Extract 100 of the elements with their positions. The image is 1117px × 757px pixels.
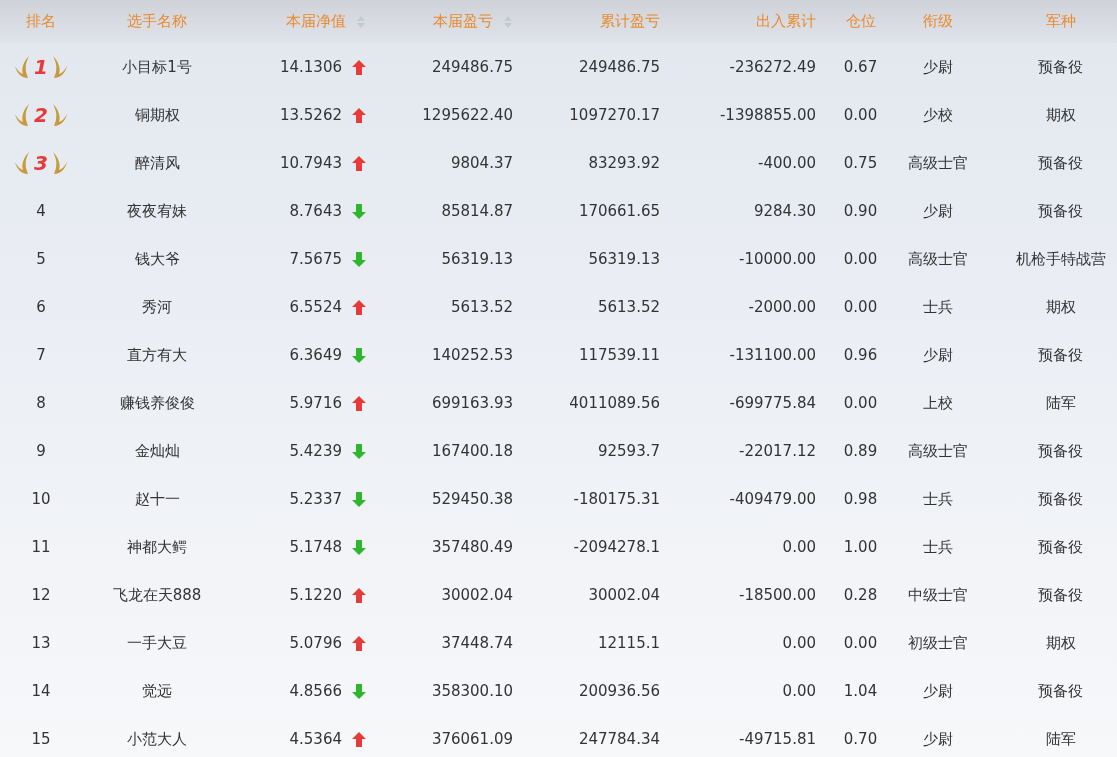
column-header: 选手名称 bbox=[127, 11, 187, 33]
table-cell-text: 0.90 bbox=[843, 200, 878, 222]
table-cell-text: 10.7943 bbox=[279, 152, 342, 174]
table-cell-text: 699163.93 bbox=[431, 392, 513, 414]
table-cell-text: 1.00 bbox=[843, 536, 878, 558]
table-cell-text: 0.00 bbox=[843, 296, 878, 318]
table-cell-text: 8.7643 bbox=[289, 200, 342, 222]
table-cell-text: 少尉 bbox=[922, 680, 953, 702]
table-cell-text: 赵十一 bbox=[134, 488, 180, 510]
table-cell-text: 200936.56 bbox=[578, 680, 660, 702]
table-cell-text: 预备役 bbox=[1038, 680, 1083, 702]
table-cell-text: 预备役 bbox=[1038, 584, 1083, 606]
table-cell-text: 0.00 bbox=[843, 248, 878, 270]
table-cell-text: 5.2337 bbox=[289, 488, 342, 510]
table-cell-text: 376061.09 bbox=[431, 728, 513, 750]
table-cell-text: 预备役 bbox=[1038, 152, 1083, 174]
table-cell-text: 13 bbox=[31, 632, 51, 654]
table-cell-text: 高级士官 bbox=[907, 152, 968, 174]
table-cell-text: 期权 bbox=[1045, 632, 1076, 654]
table-cell-text: 上校 bbox=[922, 392, 953, 414]
table-cell-text: -180175.31 bbox=[573, 488, 660, 510]
table-cell-text: 0.98 bbox=[843, 488, 878, 510]
table-cell-text: 14 bbox=[31, 680, 51, 702]
table-cell-text: 少尉 bbox=[922, 56, 953, 78]
table-cell-text: 4011089.56 bbox=[569, 392, 660, 414]
table-cell-text: 飞龙在天888 bbox=[112, 584, 202, 606]
table-cell-text: 少尉 bbox=[922, 200, 953, 222]
column-header: 出入累计 bbox=[756, 11, 816, 33]
table-cell-text: -49715.81 bbox=[739, 728, 816, 750]
table-cell-text: 预备役 bbox=[1038, 56, 1083, 78]
table-cell-text: 0.75 bbox=[843, 152, 878, 174]
table-cell-text: 358300.10 bbox=[431, 680, 513, 702]
table-cell-text: 9 bbox=[36, 440, 46, 462]
table-cell-text: 预备役 bbox=[1038, 440, 1083, 462]
table-cell-text: 预备役 bbox=[1038, 488, 1083, 510]
table-cell-text: 0.00 bbox=[782, 536, 816, 558]
table-cell-text: 陆军 bbox=[1045, 728, 1076, 750]
table-cell-text: 一手大豆 bbox=[127, 632, 187, 654]
table-cell-text: 预备役 bbox=[1038, 344, 1083, 366]
table-cell-text: 中级士官 bbox=[907, 584, 968, 606]
table-cell-text: -236272.49 bbox=[729, 56, 816, 78]
table-cell-text: 1.04 bbox=[843, 680, 878, 702]
column-header[interactable]: 本届净值 bbox=[286, 10, 366, 33]
table-cell-text: -131100.00 bbox=[729, 344, 816, 366]
table-cell-text: 56319.13 bbox=[441, 248, 513, 270]
table-cell-text: 士兵 bbox=[922, 488, 953, 510]
table-cell-text: 预备役 bbox=[1038, 200, 1083, 222]
table-cell-text: 0.70 bbox=[843, 728, 878, 750]
table-cell-text: 0.00 bbox=[843, 104, 878, 126]
table-cell-text: 秀河 bbox=[142, 296, 172, 318]
rank-number: 2 bbox=[34, 102, 48, 129]
table-cell-text: 神都大鳄 bbox=[127, 536, 187, 558]
table-cell-text: 12115.1 bbox=[597, 632, 660, 654]
table-cell-text: 赚钱养俊俊 bbox=[119, 392, 195, 414]
table-cell-text: 直方有大 bbox=[127, 344, 187, 366]
table-cell-text: 4.8566 bbox=[289, 680, 342, 702]
table-cell-text: 92593.7 bbox=[597, 440, 660, 462]
rank-number: 3 bbox=[34, 150, 48, 177]
table-cell-text: 0.00 bbox=[782, 680, 816, 702]
table-cell-text: 士兵 bbox=[922, 536, 953, 558]
table-cell-text: 11 bbox=[31, 536, 51, 558]
table-cell-text: 4.5364 bbox=[289, 728, 342, 750]
table-cell-text: 0.00 bbox=[843, 632, 878, 654]
table-cell-text: 预备役 bbox=[1038, 536, 1083, 558]
table-cell-text: 14.1306 bbox=[279, 56, 342, 78]
table-cell-text: 高级士官 bbox=[907, 440, 968, 462]
table-cell-text: 6 bbox=[36, 296, 46, 318]
table-cell-text: 5613.52 bbox=[450, 296, 513, 318]
table-cell-text: 357480.49 bbox=[431, 536, 513, 558]
table-cell-text: 117539.11 bbox=[578, 344, 660, 366]
table-cell-text: -18500.00 bbox=[739, 584, 816, 606]
table-cell-text: 170661.65 bbox=[578, 200, 660, 222]
column-header: 衔级 bbox=[922, 11, 953, 33]
table-cell-text: -1398855.00 bbox=[719, 104, 816, 126]
table-cell-text: 小范大人 bbox=[127, 728, 187, 750]
column-header[interactable]: 本届盈亏 bbox=[433, 10, 513, 33]
table-cell-text: -2094278.1 bbox=[573, 536, 660, 558]
table-cell-text: -10000.00 bbox=[739, 248, 816, 270]
table-cell-text: 30002.04 bbox=[441, 584, 513, 606]
table-cell-text: -22017.12 bbox=[739, 440, 816, 462]
table-cell-text: 10 bbox=[31, 488, 51, 510]
column-header: 仓位 bbox=[845, 11, 876, 33]
table-cell-text: 1097270.17 bbox=[569, 104, 660, 126]
table-cell-text: 5.9716 bbox=[289, 392, 342, 414]
table-cell-text: 83293.92 bbox=[588, 152, 660, 174]
table-cell-text: 0.28 bbox=[843, 584, 878, 606]
table-cell-text: 0.00 bbox=[782, 632, 816, 654]
table-cell-text: 56319.13 bbox=[588, 248, 660, 270]
table-cell-text: -409479.00 bbox=[729, 488, 816, 510]
table-cell-text: 少尉 bbox=[922, 728, 953, 750]
table-cell-text: 15 bbox=[31, 728, 51, 750]
table-cell-text: 高级士官 bbox=[907, 248, 968, 270]
table-cell-text: 机枪手特战营 bbox=[1015, 248, 1106, 270]
table-cell-text: 37448.74 bbox=[441, 632, 513, 654]
table-cell-text: 9804.37 bbox=[450, 152, 513, 174]
table-cell-text: 85814.87 bbox=[441, 200, 513, 222]
table-cell-text: 140252.53 bbox=[431, 344, 513, 366]
table-cell-text: 1295622.40 bbox=[422, 104, 513, 126]
table-cell-text: -699775.84 bbox=[729, 392, 816, 414]
rank-number: 1 bbox=[34, 54, 48, 81]
